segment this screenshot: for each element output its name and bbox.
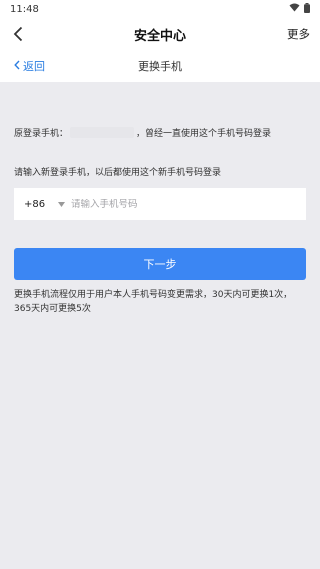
change-phone-form: 原登录手机： ，曾经一直使用这个手机号码登录 请输入新登录手机，以后都使用这个新… <box>0 126 320 316</box>
status-time: 11:48 <box>10 3 39 15</box>
sub-header: 返回 更换手机 <box>0 50 320 82</box>
country-code-select[interactable]: +86 <box>24 199 52 210</box>
original-phone-suffix: ，曾经一直使用这个手机号码登录 <box>136 129 272 139</box>
phone-input-row: +86 <box>14 188 306 220</box>
chevron-left-icon[interactable] <box>8 24 28 44</box>
new-phone-hint: 请输入新登录手机，以后都使用这个新手机号码登录 <box>14 168 222 178</box>
page-title: 安全中心 <box>133 28 186 44</box>
notice-text: 更换手机流程仅用于用户本人手机号码变更需求，30天内可更换1次，365天内可更换… <box>14 290 293 314</box>
chevron-left-icon <box>14 60 20 73</box>
more-button[interactable]: 更多 <box>287 26 310 42</box>
app-header: 安全中心 更多 <box>0 18 320 50</box>
caret-down-icon[interactable] <box>58 201 65 207</box>
sub-title: 更换手机 <box>138 60 182 73</box>
phone-input[interactable] <box>71 198 271 210</box>
original-phone-line: 原登录手机： ，曾经一直使用这个手机号码登录 <box>14 126 306 139</box>
wifi-icon <box>289 3 300 15</box>
back-link[interactable]: 返回 <box>14 58 45 74</box>
masked-phone-number <box>70 127 135 138</box>
status-icons <box>289 2 310 16</box>
next-button[interactable]: 下一步 <box>14 248 306 280</box>
status-bar: 11:48 <box>0 0 320 18</box>
back-label: 返回 <box>23 60 45 73</box>
original-phone-prefix: 原登录手机： <box>14 129 69 139</box>
battery-icon <box>304 2 310 16</box>
